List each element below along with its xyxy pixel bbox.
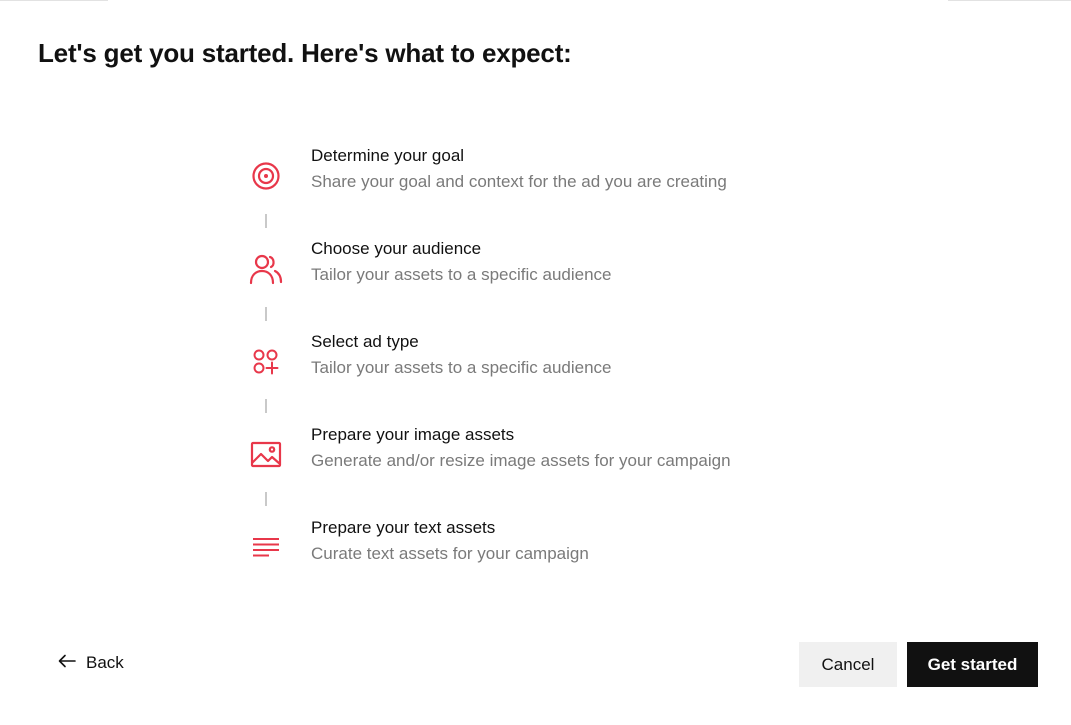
step-connector [265, 307, 267, 321]
step-choose-audience: Choose your audience Tailor your assets … [246, 236, 806, 296]
ad-type-icon [248, 344, 284, 380]
cancel-button[interactable]: Cancel [799, 642, 897, 687]
image-icon [248, 437, 284, 473]
step-title: Prepare your image assets [311, 425, 515, 444]
step-title: Choose your audience [311, 239, 482, 258]
step-determine-goal: Determine your goal Share your goal and … [246, 143, 806, 203]
step-select-ad-type: Select ad type Tailor your assets to a s… [246, 329, 806, 389]
step-title: Select ad type [311, 332, 419, 351]
top-divider-left [0, 0, 108, 1]
step-connector [265, 399, 267, 413]
top-divider-right [948, 0, 1071, 1]
target-icon [248, 158, 284, 194]
arrow-left-icon [58, 653, 76, 673]
step-prepare-text-assets: Prepare your text assets Curate text ass… [246, 515, 806, 575]
step-description: Tailor your assets to a specific audienc… [311, 358, 612, 377]
page-title: Let's get you started. Here's what to ex… [38, 38, 572, 68]
text-lines-icon [248, 530, 284, 566]
back-button-label: Back [86, 653, 124, 672]
back-button[interactable]: Back [58, 647, 124, 679]
step-connector [265, 492, 267, 506]
step-description: Generate and/or resize image assets for … [311, 451, 731, 470]
get-started-button[interactable]: Get started [907, 642, 1038, 687]
step-prepare-image-assets: Prepare your image assets Generate and/o… [246, 422, 806, 482]
step-description: Share your goal and context for the ad y… [311, 172, 727, 191]
step-connector [265, 214, 267, 228]
step-description: Curate text assets for your campaign [311, 544, 589, 563]
step-title: Determine your goal [311, 146, 465, 165]
step-title: Prepare your text assets [311, 518, 496, 537]
users-icon [248, 251, 284, 287]
step-description: Tailor your assets to a specific audienc… [311, 265, 612, 284]
